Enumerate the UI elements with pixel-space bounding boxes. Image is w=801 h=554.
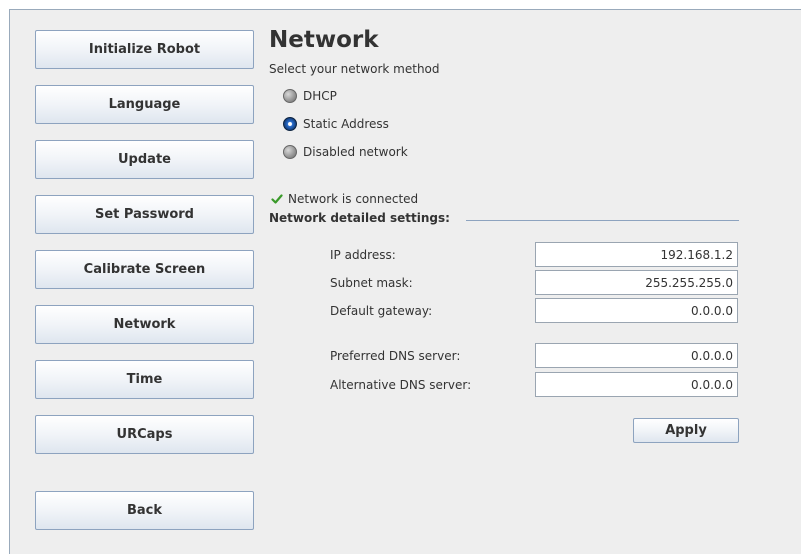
network-button[interactable]: Network <box>35 305 254 344</box>
radio-selected-icon[interactable] <box>283 117 297 131</box>
initialize-robot-button[interactable]: Initialize Robot <box>35 30 254 69</box>
set-password-button[interactable]: Set Password <box>35 195 254 234</box>
default-gateway-input[interactable] <box>535 298 738 323</box>
page-subtitle: Select your network method <box>269 62 440 76</box>
urcaps-button[interactable]: URCaps <box>35 415 254 454</box>
radio-label: Static Address <box>303 117 389 131</box>
radio-label: Disabled network <box>303 145 408 159</box>
alternative-dns-label: Alternative DNS server: <box>330 378 472 392</box>
radio-dhcp[interactable]: DHCP <box>283 87 337 105</box>
subnet-mask-input[interactable] <box>535 270 738 295</box>
page-title: Network <box>269 27 379 53</box>
back-button[interactable]: Back <box>35 491 254 530</box>
radio-disabled-network[interactable]: Disabled network <box>283 143 408 161</box>
check-icon <box>271 194 283 204</box>
status-text: Network is connected <box>288 192 419 206</box>
connection-status: Network is connected <box>271 191 418 207</box>
subnet-mask-label: Subnet mask: <box>330 276 413 290</box>
radio-unselected-icon[interactable] <box>283 89 297 103</box>
ip-address-label: IP address: <box>330 248 396 262</box>
calibrate-screen-button[interactable]: Calibrate Screen <box>35 250 254 289</box>
apply-button[interactable]: Apply <box>633 418 739 443</box>
section-divider <box>466 220 739 221</box>
preferred-dns-input[interactable] <box>535 343 738 368</box>
alternative-dns-input[interactable] <box>535 372 738 397</box>
section-heading: Network detailed settings: <box>269 211 450 225</box>
preferred-dns-label: Preferred DNS server: <box>330 349 461 363</box>
radio-label: DHCP <box>303 89 337 103</box>
language-button[interactable]: Language <box>35 85 254 124</box>
default-gateway-label: Default gateway: <box>330 304 433 318</box>
radio-static-address[interactable]: Static Address <box>283 115 389 133</box>
ip-address-input[interactable] <box>535 242 738 267</box>
update-button[interactable]: Update <box>35 140 254 179</box>
radio-unselected-icon[interactable] <box>283 145 297 159</box>
time-button[interactable]: Time <box>35 360 254 399</box>
